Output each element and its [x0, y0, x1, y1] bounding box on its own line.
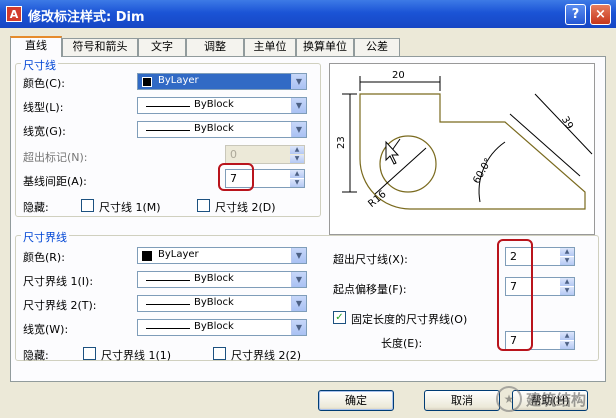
ext-linetype1-select[interactable]: ByBlock ▼ [137, 271, 307, 288]
dim-color-label: 颜色(C): [23, 77, 65, 90]
mouse-pointer-icon [385, 140, 400, 165]
preview-drawing: 20 23 39 60.0° R16 [336, 70, 593, 210]
radius-leader [374, 147, 427, 195]
extension-lines-legend: 尺寸界线 [21, 229, 69, 245]
ext-linetype2-select[interactable]: ByBlock ▼ [137, 295, 307, 312]
ext-linetype2-label: 尺寸界线 2(T): [23, 299, 97, 312]
spin-down-icon[interactable]: ▼ [560, 287, 574, 295]
chevron-down-icon[interactable]: ▼ [291, 320, 306, 335]
tab-fit[interactable]: 调整 [186, 38, 244, 56]
spin-down-icon[interactable]: ▼ [560, 257, 574, 265]
dim-text-radius: R16 [366, 189, 388, 210]
dim-lineweight-select[interactable]: ByBlock ▼ [137, 121, 307, 138]
title-bar: A 修改标注样式: Dim ? × [0, 0, 616, 28]
ok-button[interactable]: 确定 [318, 390, 394, 411]
ext-linetype1-label: 尺寸界线 1(I): [23, 275, 94, 288]
dim-extend-label: 超出标记(N): [23, 151, 88, 164]
help-title-button[interactable]: ? [565, 4, 586, 25]
chevron-down-icon[interactable]: ▼ [291, 272, 306, 287]
dim-extend-value: 0 [230, 148, 237, 161]
spin-down-icon: ▼ [290, 155, 304, 163]
tab-text[interactable]: 文字 [138, 38, 186, 56]
ext-lineweight-value: ByBlock [194, 321, 234, 332]
spin-up-icon[interactable]: ▲ [560, 332, 574, 340]
lineweight-sample [146, 328, 190, 329]
suppress-extline2-checkbox[interactable] [213, 347, 226, 360]
spin-up-icon[interactable]: ▲ [290, 170, 304, 178]
tab-panel: 尺寸线 颜色(C): ByLayer ▼ 线型(L): ByBlock ▼ 线宽… [10, 56, 606, 382]
linetype-sample [146, 280, 190, 281]
baseline-spacing-label: 基线间距(A): [23, 175, 87, 188]
spin-up-icon[interactable]: ▲ [560, 278, 574, 286]
spin-down-icon[interactable]: ▼ [560, 341, 574, 349]
ext-linetype1-value: ByBlock [194, 273, 234, 284]
dim-linetype-label: 线型(L): [23, 101, 64, 114]
watermark-text: 建筑结构 [526, 391, 587, 409]
dim-suppress-label: 隐藏: [23, 201, 49, 214]
spin-up-icon[interactable]: ▲ [560, 248, 574, 256]
close-button[interactable]: × [590, 4, 611, 25]
color-swatch [142, 251, 152, 261]
linetype-sample [146, 106, 190, 107]
spin-up-icon: ▲ [290, 146, 304, 154]
suppress-dimline1-checkbox[interactable] [81, 199, 94, 212]
highlight-box [218, 163, 254, 191]
suppress-dimline1-label: 尺寸线 1(M) [99, 201, 161, 214]
suppress-dimline2-label: 尺寸线 2(D) [215, 201, 276, 214]
dim-linetype-select[interactable]: ByBlock ▼ [137, 97, 307, 114]
ext-lineweight-select[interactable]: ByBlock ▼ [137, 319, 307, 336]
suppress-extline1-checkbox[interactable] [83, 347, 96, 360]
dim-text-top: 20 [392, 70, 405, 81]
ext-lineweight-label: 线宽(W): [23, 323, 69, 336]
ext-beyond-label: 超出尺寸线(X): [333, 253, 408, 266]
lineweight-sample [146, 130, 190, 131]
watermark-logo-icon: ★ [496, 386, 522, 412]
ext-linetype2-value: ByBlock [194, 297, 234, 308]
cancel-button[interactable]: 取消 [424, 390, 500, 411]
dim-lineweight-label: 线宽(G): [23, 125, 66, 138]
ext-color-select[interactable]: ByLayer ▼ [137, 247, 307, 264]
chevron-down-icon[interactable]: ▼ [291, 74, 306, 89]
dim-linetype-value: ByBlock [194, 99, 234, 110]
ext-color-value: ByLayer [158, 249, 199, 260]
dim-text-right: 39 [559, 115, 575, 132]
dim-text-angle: 60.0° [471, 157, 494, 186]
color-swatch [142, 77, 152, 87]
tab-primary-units[interactable]: 主单位 [244, 38, 296, 56]
tab-lines[interactable]: 直线 [10, 36, 62, 57]
suppress-extline1-label: 尺寸界线 1(1) [101, 349, 172, 362]
dim-lineweight-value: ByBlock [194, 123, 234, 134]
watermark: ★ 建筑结构 [496, 382, 616, 418]
fixed-length-label: 固定长度的尺寸界线(O) [351, 313, 468, 326]
tab-alternate-units[interactable]: 换算单位 [296, 38, 354, 56]
tab-tolerances[interactable]: 公差 [354, 38, 400, 56]
suppress-extline2-label: 尺寸界线 2(2) [231, 349, 302, 362]
chevron-down-icon[interactable]: ▼ [291, 98, 306, 113]
chevron-down-icon[interactable]: ▼ [291, 248, 306, 263]
ext-length-label: 长度(E): [381, 337, 423, 350]
linetype-sample [146, 304, 190, 305]
chevron-down-icon[interactable]: ▼ [291, 296, 306, 311]
suppress-dimline2-checkbox[interactable] [197, 199, 210, 212]
dim-color-select[interactable]: ByLayer ▼ [137, 73, 307, 90]
ext-suppress-label: 隐藏: [23, 349, 49, 362]
spin-down-icon[interactable]: ▼ [290, 179, 304, 187]
preview-pane: 20 23 39 60.0° R16 [329, 63, 595, 235]
dim-color-value: ByLayer [158, 75, 199, 86]
dim-text-left: 23 [336, 136, 347, 149]
window-title: 修改标注样式: Dim [28, 10, 145, 25]
dimension-lines-legend: 尺寸线 [21, 57, 58, 73]
autocad-app-icon: A [6, 6, 22, 22]
dim-extend-input: 0 ▲ ▼ [225, 145, 305, 164]
fixed-length-checkbox[interactable]: ✓ [333, 311, 346, 324]
highlight-box [497, 239, 533, 351]
chevron-down-icon[interactable]: ▼ [291, 122, 306, 137]
tab-symbols-arrows[interactable]: 符号和箭头 [62, 38, 138, 56]
ext-offset-label: 起点偏移量(F): [333, 283, 407, 296]
ext-color-label: 颜色(R): [23, 251, 65, 264]
